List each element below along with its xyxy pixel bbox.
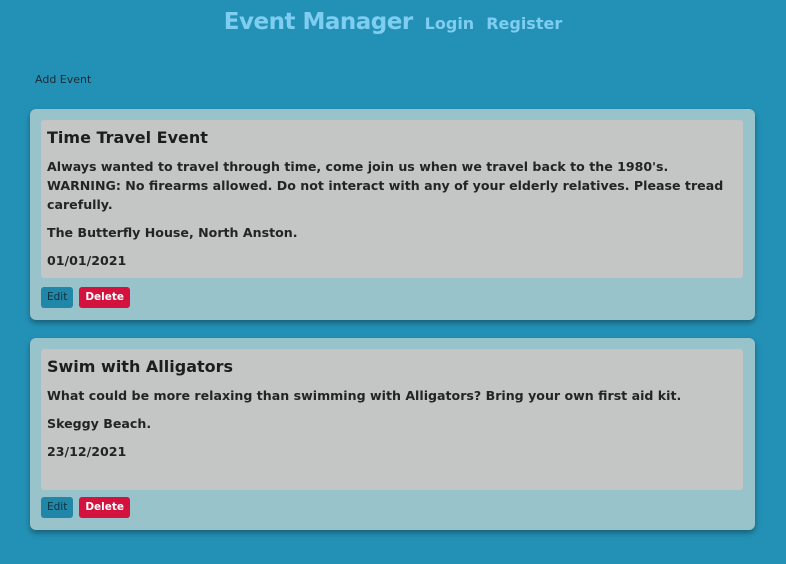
edit-button[interactable]: Edit	[41, 287, 74, 308]
nav-login-link[interactable]: Login	[425, 14, 475, 33]
nav-register-link[interactable]: Register	[486, 14, 562, 33]
event-title: Swim with Alligators	[47, 357, 234, 376]
event-description: What could be more relaxing than swimmin…	[47, 388, 682, 403]
event-card: Swim with Alligators What could be more …	[30, 338, 755, 530]
event-location: The Butterfly House, North Anston.	[47, 225, 298, 240]
brand-logo[interactable]: Event Manager	[224, 9, 413, 35]
event-title: Time Travel Event	[47, 128, 208, 147]
event-details: Swim with Alligators What could be more …	[41, 349, 743, 490]
event-actions: Edit Delete	[41, 287, 131, 308]
event-actions: Edit Delete	[41, 497, 131, 518]
delete-button[interactable]: Delete	[79, 497, 131, 518]
top-navigation: Event Manager Login Register	[0, 9, 786, 35]
event-location: Skeggy Beach.	[47, 416, 152, 431]
add-event-link[interactable]: Add Event	[35, 73, 91, 86]
event-date: 01/01/2021	[47, 253, 127, 268]
event-details: Time Travel Event Always wanted to trave…	[41, 120, 743, 278]
event-date: 23/12/2021	[47, 444, 127, 459]
edit-button[interactable]: Edit	[41, 497, 74, 518]
event-description: Always wanted to travel through time, co…	[47, 159, 724, 212]
delete-button[interactable]: Delete	[79, 287, 131, 308]
event-card: Time Travel Event Always wanted to trave…	[30, 109, 755, 320]
